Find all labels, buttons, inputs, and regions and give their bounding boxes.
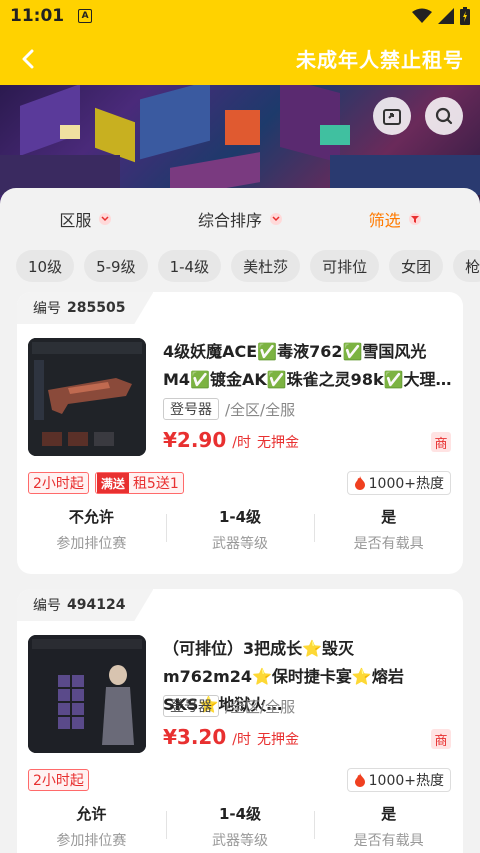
listing-id-label: 编号	[33, 598, 61, 614]
merchant-badge: 商	[431, 432, 451, 452]
stat-value: 是	[381, 507, 397, 526]
battery-icon	[460, 7, 470, 25]
price-unit: /时	[232, 732, 251, 748]
listing-content: 区服 综合排序 筛选 10级 5-9级 1-4级 美杜莎 可排位 女团 枪 编号…	[0, 188, 480, 853]
chevron-down-icon	[270, 213, 283, 225]
app-bar: 未成年人禁止租号	[0, 32, 480, 85]
share-icon	[383, 109, 401, 125]
listing-meta: 登号器 /全区/全服	[163, 398, 295, 420]
filter-icon	[408, 213, 421, 225]
promo-row: 2小时起 满送 租5送1	[28, 472, 184, 494]
listing-id: 494124	[67, 597, 126, 613]
page-title: 未成年人禁止租号	[296, 48, 464, 72]
chip-level-5-9[interactable]: 5-9级	[84, 250, 148, 282]
listing-card[interactable]: 编号 285505 4级妖魔ACE✅毒液762✅雪国风光M4✅镀金AK✅珠雀之灵9…	[17, 292, 463, 574]
listing-thumbnail	[28, 338, 146, 456]
chevron-down-icon	[99, 213, 112, 225]
listing-id-label: 编号	[33, 301, 61, 317]
stat-weapon-level: 1-4级 武器等级	[165, 504, 315, 554]
stat-value: 不允许	[68, 507, 114, 526]
listing-card[interactable]: 编号 494124 （可排位）3把成长⭐毁灭m762m24⭐保时捷卡宴⭐熔岩SKS…	[17, 589, 463, 853]
chip-level-10[interactable]: 10级	[16, 250, 75, 282]
status-time: 11:01	[10, 6, 65, 26]
listing-id-tag: 编号 494124	[17, 589, 154, 621]
stat-label: 参加排位赛	[56, 832, 127, 849]
promo-text: 租5送1	[132, 476, 179, 492]
listing-thumbnail	[28, 635, 146, 753]
status-bar: 11:01 A	[0, 0, 480, 32]
heat-badge: 1000+热度	[346, 768, 451, 792]
back-button[interactable]	[0, 32, 56, 85]
stat-weapon-level: 1-4级 武器等级	[165, 801, 315, 851]
listing-stats: 允许 参加排位赛 1-4级 武器等级 是 是否有载具	[17, 801, 463, 851]
notification-icon: A	[78, 9, 93, 23]
stat-vehicle: 是 是否有载具	[314, 801, 463, 851]
flame-icon	[354, 773, 365, 787]
filter-button-label: 筛选	[368, 211, 401, 230]
wifi-icon	[412, 8, 432, 23]
stat-value: 允许	[76, 804, 107, 823]
stat-label: 参加排位赛	[56, 535, 127, 552]
listing-price: ¥2.90 /时 无押金	[163, 428, 299, 452]
sort-bar: 区服 综合排序 筛选	[0, 188, 480, 250]
price-value: ¥2.90	[163, 428, 227, 452]
stat-ranked: 允许 参加排位赛	[17, 801, 166, 851]
stat-label: 是否有载具	[353, 832, 424, 849]
stat-ranked: 不允许 参加排位赛	[17, 504, 166, 554]
deposit-label: 无押金	[256, 435, 299, 451]
price-value: ¥3.20	[163, 725, 227, 749]
listing-id: 285505	[67, 300, 126, 316]
filter-button[interactable]: 筛选	[317, 207, 472, 231]
promo-pill: 满送	[96, 473, 129, 493]
search-button[interactable]	[425, 97, 463, 135]
back-arrow-icon	[22, 49, 34, 68]
sort-dropdown[interactable]: 综合排序	[163, 207, 318, 231]
flame-icon	[354, 476, 365, 490]
chip-ranked[interactable]: 可排位	[310, 250, 380, 282]
chip-girl-group[interactable]: 女团	[389, 250, 444, 282]
search-icon	[435, 107, 453, 125]
stat-value: 是	[381, 804, 397, 823]
price-unit: /时	[232, 435, 251, 451]
listing-price: ¥3.20 /时 无押金	[163, 725, 299, 749]
listing-meta: 登号器 /全区/全服	[163, 695, 295, 717]
stat-value: 1-4级	[218, 804, 262, 823]
listing-stats: 不允许 参加排位赛 1-4级 武器等级 是 是否有载具	[17, 504, 463, 554]
deposit-label: 无押金	[256, 732, 299, 748]
share-button[interactable]	[373, 97, 411, 135]
listing-region: /全区/全服	[225, 400, 296, 419]
min-rental-badge: 2小时起	[28, 472, 89, 494]
stat-label: 武器等级	[212, 832, 268, 849]
region-filter-label: 区服	[59, 211, 92, 230]
min-rental-badge: 2小时起	[28, 769, 89, 791]
promo-row: 2小时起	[28, 769, 89, 791]
heat-text: 1000+热度	[368, 476, 444, 492]
heat-text: 1000+热度	[368, 773, 444, 789]
region-filter[interactable]: 区服	[8, 207, 163, 231]
listing-title: 4级妖魔ACE✅毒液762✅雪国风光M4✅镀金AK✅珠雀之灵98k✅大理…	[163, 342, 452, 389]
listing-id-tag: 编号 285505	[17, 292, 154, 324]
sort-dropdown-label: 综合排序	[198, 211, 263, 230]
merchant-badge: 商	[431, 729, 451, 749]
stat-vehicle: 是 是否有载具	[314, 504, 463, 554]
signal-icon	[438, 8, 454, 24]
listing-region: /全区/全服	[225, 697, 296, 716]
heat-badge: 1000+热度	[346, 471, 451, 495]
login-method-tag: 登号器	[163, 695, 219, 717]
stat-label: 武器等级	[212, 535, 268, 552]
stat-label: 是否有载具	[353, 535, 424, 552]
login-method-tag: 登号器	[163, 398, 219, 420]
promo-badge: 满送 租5送1	[94, 472, 184, 494]
chip-gun[interactable]: 枪	[453, 250, 480, 282]
quick-filter-chips: 10级 5-9级 1-4级 美杜莎 可排位 女团 枪	[0, 250, 480, 286]
chip-level-1-4[interactable]: 1-4级	[157, 250, 222, 282]
chip-medusa[interactable]: 美杜莎	[231, 250, 301, 282]
stat-value: 1-4级	[218, 507, 262, 526]
